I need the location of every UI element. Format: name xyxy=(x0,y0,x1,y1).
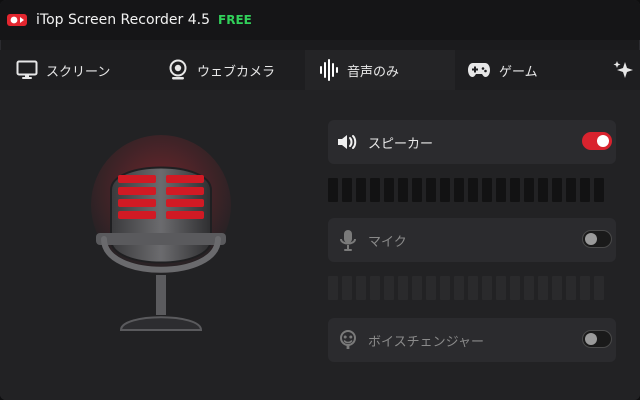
tab-screen-label: スクリーン xyxy=(46,64,111,80)
app-logo-icon xyxy=(6,12,28,28)
title-bar: iTop Screen Recorder 4.5 FREE xyxy=(0,0,640,40)
voice-changer-toggle[interactable] xyxy=(582,330,612,348)
speaker-level-meter xyxy=(328,178,618,202)
app-window: iTop Screen Recorder 4.5 FREE スクリーン ウェブカ… xyxy=(0,0,640,400)
meter-segment xyxy=(342,178,352,202)
meter-segment xyxy=(538,178,548,202)
microphone-icon xyxy=(328,218,368,262)
meter-segment xyxy=(482,276,492,300)
meter-segment xyxy=(440,178,450,202)
mic-toggle-knob xyxy=(585,233,597,245)
tab-bar: スクリーン ウェブカメラ 音声のみ ゲーム xyxy=(0,50,640,90)
meter-segment xyxy=(454,178,464,202)
meter-segment xyxy=(552,178,562,202)
tab-audio-only[interactable]: 音声のみ xyxy=(305,50,455,90)
meter-segment xyxy=(454,276,464,300)
voice-changer-label: ボイスチェンジャー xyxy=(368,334,484,350)
speaker-toggle[interactable] xyxy=(582,132,612,150)
meter-segment xyxy=(426,276,436,300)
meter-segment xyxy=(328,276,338,300)
meter-segment xyxy=(524,276,534,300)
monitor-icon xyxy=(16,60,38,80)
meter-segment xyxy=(496,276,506,300)
voice-changer-row[interactable]: ボイスチェンジャー xyxy=(328,318,616,362)
meter-segment xyxy=(440,276,450,300)
meter-segment xyxy=(496,178,506,202)
meter-segment xyxy=(426,178,436,202)
meter-segment xyxy=(398,178,408,202)
app-title: iTop Screen Recorder 4.5 xyxy=(36,12,211,28)
meter-segment xyxy=(580,276,590,300)
meter-segment xyxy=(524,178,534,202)
tab-more[interactable] xyxy=(605,50,640,90)
tab-game-label: ゲーム xyxy=(499,64,538,80)
meter-segment xyxy=(510,276,520,300)
meter-segment xyxy=(468,178,478,202)
mic-level-meter xyxy=(328,276,618,300)
meter-segment xyxy=(370,276,380,300)
mic-row[interactable]: マイク xyxy=(328,218,616,262)
meter-segment xyxy=(384,276,394,300)
voice-changer-toggle-knob xyxy=(585,333,597,345)
sparkle-icon xyxy=(613,59,635,81)
free-badge: FREE xyxy=(218,13,252,27)
meter-segment xyxy=(370,178,380,202)
meter-segment xyxy=(594,276,604,300)
audio-waveform-icon xyxy=(319,59,339,81)
meter-segment xyxy=(510,178,520,202)
speaker-label: スピーカー xyxy=(368,136,434,152)
meter-segment xyxy=(566,178,576,202)
meter-segment xyxy=(412,276,422,300)
gamepad-icon xyxy=(467,61,491,79)
meter-segment xyxy=(328,178,338,202)
meter-segment xyxy=(538,276,548,300)
meter-segment xyxy=(412,178,422,202)
meter-segment xyxy=(384,178,394,202)
meter-segment xyxy=(356,178,366,202)
mic-toggle[interactable] xyxy=(582,230,612,248)
tab-audio-only-label: 音声のみ xyxy=(347,64,400,80)
tab-screen[interactable]: スクリーン xyxy=(0,50,155,90)
speaker-toggle-knob xyxy=(597,135,609,147)
tab-webcam[interactable]: ウェブカメラ xyxy=(155,50,305,90)
speaker-icon xyxy=(328,120,368,164)
meter-segment xyxy=(594,178,604,202)
meter-segment xyxy=(356,276,366,300)
meter-segment xyxy=(566,276,576,300)
meter-segment xyxy=(398,276,408,300)
meter-segment xyxy=(342,276,352,300)
meter-segment xyxy=(580,178,590,202)
microphone-illustration xyxy=(86,135,236,340)
speaker-row[interactable]: スピーカー xyxy=(328,120,616,164)
webcam-icon xyxy=(167,59,189,81)
voice-changer-icon xyxy=(328,318,368,362)
meter-segment xyxy=(482,178,492,202)
meter-segment xyxy=(468,276,478,300)
mic-label: マイク xyxy=(368,234,407,250)
tab-webcam-label: ウェブカメラ xyxy=(197,64,276,80)
meter-segment xyxy=(552,276,562,300)
tab-game[interactable]: ゲーム xyxy=(455,50,605,90)
